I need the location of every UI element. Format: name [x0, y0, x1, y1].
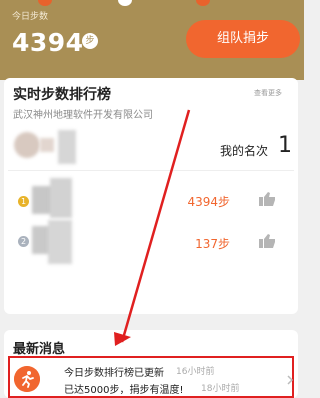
decoration-shape [38, 0, 52, 6]
news-text: 已达5000步，捐步有温度! [64, 385, 184, 396]
name-blur [50, 178, 72, 218]
my-rank-value: 1 [278, 133, 292, 158]
medal-icon: 2 [18, 236, 29, 247]
decoration-ball [118, 0, 132, 6]
thumbs-up-icon[interactable] [258, 191, 278, 207]
thumbs-up-icon[interactable] [258, 233, 278, 249]
news-time: 16小时前 [176, 367, 215, 377]
team-donate-button[interactable]: 组队捐步 [186, 20, 300, 58]
news-text: 今日步数排行榜已更新 [64, 368, 164, 379]
leaderboard-title: 实时步数排行榜 [13, 87, 111, 103]
avatar-blur [40, 138, 54, 152]
today-steps-label: 今日步数 [12, 12, 49, 22]
decoration-shape [196, 0, 210, 6]
name-blur [58, 130, 76, 164]
avatar [14, 132, 40, 158]
news-time: 18小时前 [201, 384, 240, 394]
divider [8, 170, 294, 171]
company-name: 武汉神州地理软件开发有限公司 [13, 110, 153, 121]
medal-icon: 1 [18, 196, 29, 207]
chevron-right-icon[interactable] [286, 374, 294, 386]
today-steps-value: 4394 [12, 28, 84, 57]
runner-icon [14, 366, 40, 392]
name-blur [48, 220, 72, 264]
my-rank-label: 我的名次 [220, 144, 269, 158]
steps-unit-badge: 步 [82, 33, 98, 49]
view-more-link[interactable]: 查看更多 [254, 88, 282, 98]
row-steps: 4394步 [187, 195, 230, 209]
news-title: 最新消息 [13, 342, 66, 357]
row-steps: 137步 [195, 237, 230, 251]
